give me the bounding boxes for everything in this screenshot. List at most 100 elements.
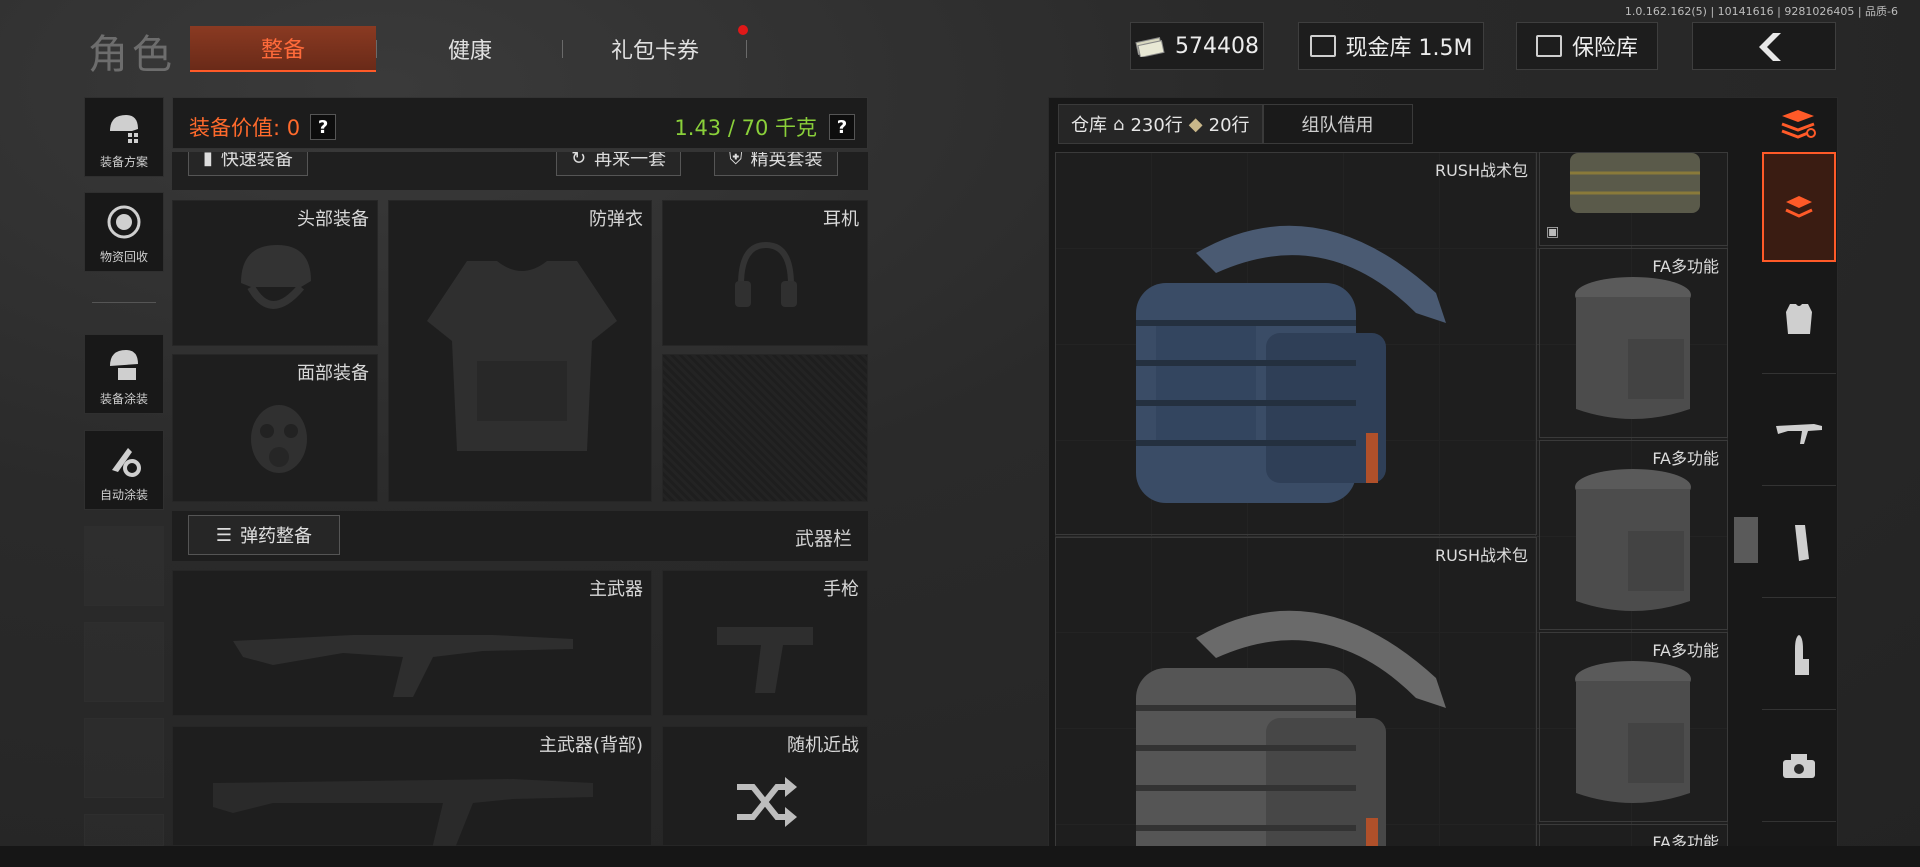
sidebar-item-label: 装备涂装	[99, 392, 148, 406]
slot-label: 防弹衣	[589, 209, 643, 230]
sidebar-item-recycle[interactable]: 物资回收	[84, 192, 164, 272]
elite-kit-label: 精英套装	[750, 152, 823, 170]
slot-label: 手枪	[823, 579, 859, 600]
currency-amount: 574408	[1175, 33, 1259, 59]
safe-box-button[interactable]: 保险库	[1516, 22, 1658, 70]
slot-primary-weapon-back[interactable]: 主武器(背部)	[172, 726, 652, 853]
item-rush-tactical-bag[interactable]: RUSH战术包	[1055, 152, 1537, 535]
ammo-icon	[1795, 634, 1809, 675]
scope-icon	[1783, 753, 1815, 778]
tab-loadout[interactable]: 整备	[190, 26, 376, 72]
rifle-icon	[233, 635, 573, 697]
item-fa-multipurpose[interactable]: FA多功能	[1539, 440, 1728, 630]
sidebar-item-gear-paint[interactable]: 装备涂装	[84, 334, 164, 414]
currency-display: 574408	[1130, 22, 1264, 70]
equipment-value: 装备价值: 0 ?	[189, 112, 337, 142]
cash-vault-button[interactable]: 现金库 1.5M	[1298, 22, 1484, 70]
slot-headset[interactable]: 耳机	[662, 200, 868, 346]
item-tactical-bag-partial[interactable]: ▣	[1539, 152, 1728, 246]
category-vest[interactable]	[1762, 264, 1836, 374]
slot-pistol[interactable]: 手枪	[662, 570, 868, 716]
headset-icon	[735, 241, 797, 307]
item-fa-multipurpose[interactable]: FA多功能	[1539, 824, 1728, 847]
rifle-icon	[213, 779, 593, 853]
slot-melee[interactable]: 随机近战	[662, 726, 868, 846]
elite-kit-button[interactable]: ⛨ 精英套装	[714, 152, 838, 176]
category-magazine[interactable]	[1762, 488, 1836, 598]
carry-weight: 1.43 / 70 千克 ?	[674, 112, 855, 142]
recycle-icon	[104, 202, 144, 242]
slot-face[interactable]: 面部装备	[172, 354, 378, 502]
sidebar-item-label: 自动涂装	[99, 488, 148, 502]
helmet-grid-icon	[104, 107, 144, 147]
tab-team-borrow[interactable]: 组队借用	[1262, 104, 1413, 144]
sidebar-item-label: 物资回收	[99, 250, 148, 264]
bottom-bar	[0, 846, 1920, 867]
item-fa-multipurpose[interactable]: FA多功能	[1539, 632, 1728, 822]
item-fa-multipurpose[interactable]: FA多功能	[1539, 248, 1728, 438]
quick-actions-strip: ▮ 快速装备 ↻ 再来一套 ⛨ 精英套装	[172, 152, 868, 190]
pouch-icon	[1575, 469, 1691, 611]
gas-mask-icon	[251, 405, 307, 473]
vest-icon	[427, 261, 617, 451]
rifle-icon	[1776, 423, 1822, 444]
slot-label: 主武器(背部)	[538, 735, 643, 756]
team-borrow-label: 组队借用	[1301, 115, 1374, 136]
pistol-icon	[717, 627, 813, 693]
ammo-resupply-label: 弹药整备	[240, 526, 313, 547]
sidebar-empty-slot	[84, 526, 164, 606]
magazine-icon	[1795, 524, 1809, 561]
slot-label: 随机近战	[787, 735, 859, 756]
tab-warehouse[interactable]: 仓库 ⌂ 230行 ◆ 20行	[1058, 104, 1263, 144]
category-rail	[1762, 152, 1838, 847]
pouch-icon	[1575, 661, 1691, 803]
slot-label: 头部装备	[297, 209, 369, 230]
equipment-value-label: 装备价值: 0	[189, 116, 301, 140]
ammo-stack-icon: ☰	[215, 524, 233, 546]
equip-again-button[interactable]: ↻ 再来一套	[556, 152, 682, 176]
backpack-icon	[1785, 196, 1813, 218]
category-backpack[interactable]	[1762, 152, 1836, 262]
refresh-icon: ↻	[571, 152, 587, 169]
chevron-left-icon	[1759, 33, 1781, 61]
category-rifle[interactable]	[1762, 376, 1836, 486]
stack-sort-icon[interactable]	[1778, 106, 1818, 142]
warehouse-tabs: 仓库 ⌂ 230行 ◆ 20行 组队借用	[1058, 104, 1413, 144]
value-help-button[interactable]: ?	[310, 114, 337, 140]
warehouse-scrollbar[interactable]	[1734, 517, 1758, 563]
brush-gear-icon	[104, 440, 144, 480]
shuffle-icon	[737, 777, 797, 827]
sidebar-item-loadout-plan[interactable]: 装备方案	[84, 97, 164, 177]
backpack-icon	[1136, 225, 1446, 503]
slot-label: 耳机	[823, 209, 859, 230]
sidebar-item-auto-paint[interactable]: 自动涂装	[84, 430, 164, 510]
quick-equip-button[interactable]: ▮ 快速装备	[188, 152, 308, 176]
warehouse-tab-label: 仓库	[1071, 115, 1107, 136]
slot-label: 主武器	[589, 579, 643, 600]
warehouse-rows: 230行	[1130, 115, 1183, 136]
backpack-icon	[1570, 153, 1700, 213]
slot-primary-weapon[interactable]: 主武器	[172, 570, 652, 716]
category-scope[interactable]	[1762, 712, 1836, 822]
box-icon: ▣	[1546, 223, 1560, 239]
sidebar-item-label: 装备方案	[99, 155, 148, 169]
item-name: RUSH战术包	[1434, 161, 1528, 180]
ammo-resupply-button[interactable]: ☰ 弹药整备	[188, 515, 340, 555]
sidebar-empty-slot	[84, 622, 164, 702]
item-rush-tactical-bag[interactable]: RUSH战术包	[1055, 537, 1537, 847]
tab-gift-coupons[interactable]: 礼包卡券	[580, 26, 730, 72]
tab-health[interactable]: 健康	[400, 26, 540, 72]
sidebar-empty-slot	[84, 814, 164, 846]
quick-equip-label: 快速装备	[220, 152, 293, 170]
weight-help-button[interactable]: ?	[829, 114, 855, 140]
category-ammo[interactable]	[1762, 600, 1836, 710]
page-title: 角色	[88, 32, 176, 78]
cash-vault-label: 现金库 1.5M	[1345, 36, 1473, 61]
item-name: RUSH战术包	[1434, 546, 1528, 565]
back-button[interactable]	[1692, 22, 1836, 70]
equip-again-label: 再来一套	[594, 152, 667, 170]
extension-rows: 20行	[1208, 115, 1250, 136]
vest-icon	[1786, 303, 1812, 334]
slot-head[interactable]: 头部装备	[172, 200, 378, 346]
slot-body-armor[interactable]: 防弹衣	[388, 200, 652, 502]
